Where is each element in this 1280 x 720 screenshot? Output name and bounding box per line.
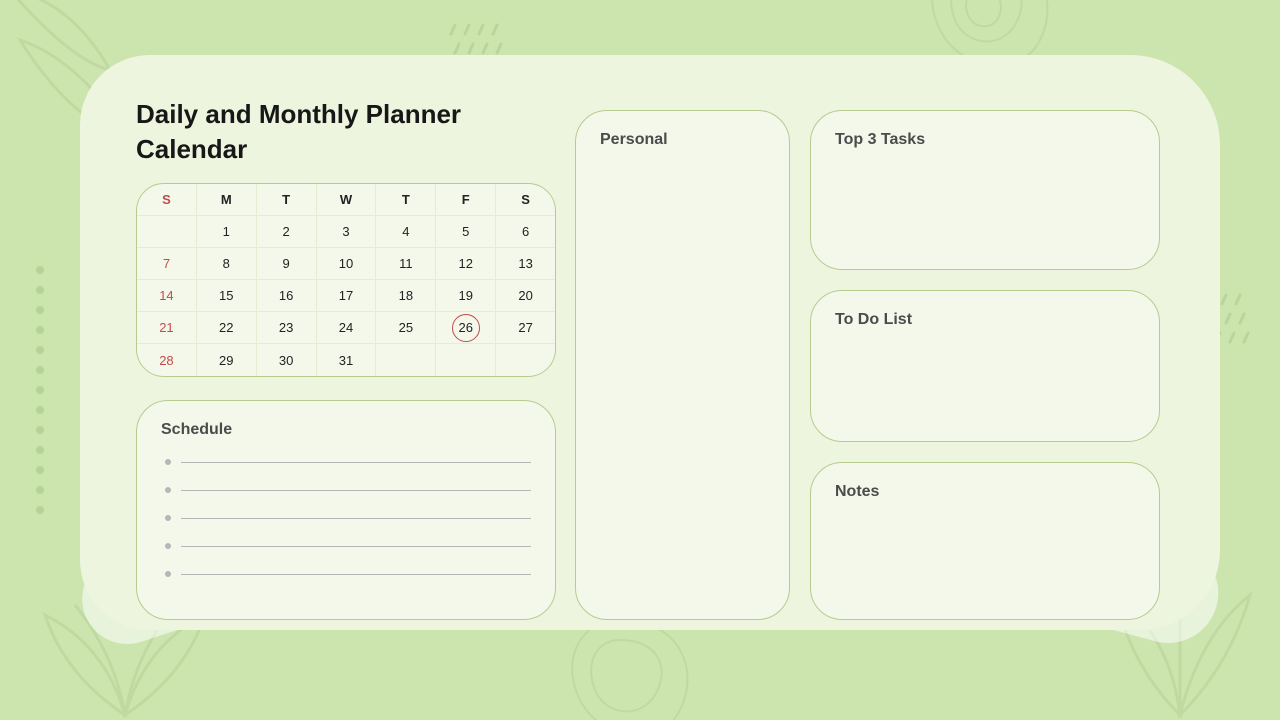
cal-day: 20 [496, 280, 555, 312]
cal-day-circled: 26 [436, 312, 496, 344]
schedule-line[interactable] [165, 543, 531, 549]
cal-week-5: 28 29 30 31 [137, 344, 555, 376]
cal-day: 17 [317, 280, 377, 312]
cal-day [496, 344, 555, 376]
cal-day: 30 [257, 344, 317, 376]
cal-day: 6 [496, 216, 555, 248]
cal-day: 27 [496, 312, 555, 344]
cal-day: 12 [436, 248, 496, 280]
cal-day: 13 [496, 248, 555, 280]
cal-head-wed: W [317, 184, 377, 216]
cal-day: 2 [257, 216, 317, 248]
page-title: Daily and Monthly Planner Calendar [136, 97, 461, 167]
cal-head-mon: M [197, 184, 257, 216]
cal-day: 9 [257, 248, 317, 280]
cal-day: 3 [317, 216, 377, 248]
cal-day: 11 [376, 248, 436, 280]
cal-week-2: 7 8 9 10 11 12 13 [137, 248, 555, 280]
cal-day: 18 [376, 280, 436, 312]
cal-day [137, 216, 197, 248]
cal-head-tue: T [257, 184, 317, 216]
cal-day: 19 [436, 280, 496, 312]
calendar-header-row: S M T W T F S [137, 184, 555, 216]
cal-day: 7 [137, 248, 197, 280]
schedule-title: Schedule [161, 421, 531, 439]
cal-day: 8 [197, 248, 257, 280]
calendar: S M T W T F S 1 2 3 4 5 6 7 8 9 10 11 12… [136, 183, 556, 377]
cal-day: 23 [257, 312, 317, 344]
personal-title: Personal [600, 131, 765, 149]
cal-day: 31 [317, 344, 377, 376]
cal-day: 1 [197, 216, 257, 248]
schedule-line[interactable] [165, 487, 531, 493]
notes-panel: Notes [810, 462, 1160, 620]
cal-day: 21 [137, 312, 197, 344]
decor-dots-left [36, 266, 44, 514]
schedule-line[interactable] [165, 571, 531, 577]
schedule-lines [161, 459, 531, 577]
schedule-line[interactable] [165, 459, 531, 465]
title-line-1: Daily and Monthly Planner [136, 99, 461, 129]
cal-head-thu: T [376, 184, 436, 216]
schedule-line[interactable] [165, 515, 531, 521]
cal-day: 10 [317, 248, 377, 280]
cal-week-3: 14 15 16 17 18 19 20 [137, 280, 555, 312]
cal-day: 5 [436, 216, 496, 248]
cal-day: 22 [197, 312, 257, 344]
todo-panel: To Do List [810, 290, 1160, 442]
cal-day: 15 [197, 280, 257, 312]
cal-day: 24 [317, 312, 377, 344]
cal-head-sun: S [137, 184, 197, 216]
title-line-2: Calendar [136, 134, 247, 164]
notes-title: Notes [835, 483, 1135, 501]
cal-head-fri: F [436, 184, 496, 216]
cal-head-sat: S [496, 184, 555, 216]
todo-title: To Do List [835, 311, 1135, 329]
cal-day [376, 344, 436, 376]
planner-card: Daily and Monthly Planner Calendar S M T… [80, 55, 1220, 630]
cal-week-4: 21 22 23 24 25 26 27 [137, 312, 555, 344]
cal-day: 25 [376, 312, 436, 344]
personal-panel: Personal [575, 110, 790, 620]
cal-day [436, 344, 496, 376]
cal-day: 4 [376, 216, 436, 248]
toptasks-panel: Top 3 Tasks [810, 110, 1160, 270]
schedule-panel: Schedule [136, 400, 556, 620]
cal-day: 16 [257, 280, 317, 312]
cal-day: 29 [197, 344, 257, 376]
cal-week-1: 1 2 3 4 5 6 [137, 216, 555, 248]
toptasks-title: Top 3 Tasks [835, 131, 1135, 149]
cal-day: 14 [137, 280, 197, 312]
cal-day: 28 [137, 344, 197, 376]
